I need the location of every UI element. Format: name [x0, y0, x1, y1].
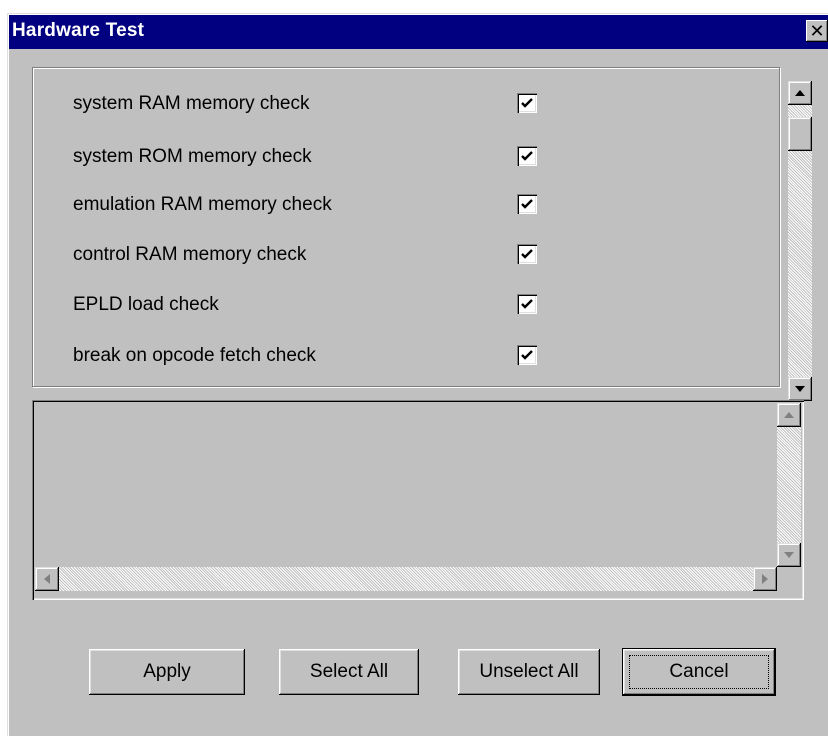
- test-list-scrollbar[interactable]: [788, 81, 812, 401]
- scrollbar-corner: [777, 567, 801, 591]
- unselect-all-button[interactable]: Unselect All: [458, 649, 600, 695]
- test-label: system ROM memory check: [73, 146, 312, 167]
- arrow-right-icon: [762, 574, 768, 584]
- epld-load-checkbox[interactable]: [517, 294, 537, 314]
- select-all-button-label: Select All: [309, 661, 389, 682]
- arrow-down-icon: [784, 552, 794, 558]
- control-ram-checkbox[interactable]: [517, 244, 537, 264]
- test-row-control-ram: control RAM memory check: [33, 239, 593, 273]
- close-button[interactable]: ✕: [806, 20, 828, 42]
- output-panel[interactable]: [32, 400, 804, 600]
- test-label: emulation RAM memory check: [73, 194, 332, 215]
- cancel-button[interactable]: Cancel: [623, 649, 775, 695]
- checkmark-icon: [521, 299, 533, 309]
- arrow-up-icon: [795, 90, 805, 96]
- arrow-left-icon: [44, 574, 50, 584]
- arrow-down-icon: [795, 386, 805, 392]
- test-label: system RAM memory check: [73, 93, 310, 114]
- apply-button[interactable]: Apply: [89, 649, 245, 695]
- test-label: break on opcode fetch check: [73, 345, 316, 366]
- output-scroll-up-button[interactable]: [777, 403, 801, 427]
- system-rom-checkbox[interactable]: [517, 146, 537, 166]
- scroll-down-button[interactable]: [788, 377, 812, 401]
- scrollbar-thumb[interactable]: [788, 117, 812, 151]
- test-row-break-opcode: break on opcode fetch check: [33, 340, 593, 374]
- close-icon: ✕: [809, 21, 825, 41]
- system-ram-checkbox[interactable]: [517, 93, 537, 113]
- output-scroll-down-button[interactable]: [777, 543, 801, 567]
- output-vertical-scrollbar[interactable]: [777, 403, 801, 567]
- hardware-test-dialog: Hardware Test ✕ system RAM memory check …: [7, 13, 828, 736]
- title-bar[interactable]: Hardware Test ✕: [9, 15, 828, 49]
- focus-rectangle: [629, 655, 769, 689]
- arrow-up-icon: [784, 412, 794, 418]
- checkmark-icon: [521, 151, 533, 161]
- test-row-system-rom: system ROM memory check: [33, 141, 593, 175]
- checkmark-icon: [521, 199, 533, 209]
- apply-button-label: Apply: [143, 661, 191, 682]
- scroll-left-button[interactable]: [35, 567, 59, 591]
- test-row-system-ram: system RAM memory check: [33, 88, 593, 122]
- test-row-emulation-ram: emulation RAM memory check: [33, 189, 593, 223]
- scroll-up-button[interactable]: [788, 81, 812, 105]
- test-row-epld-load: EPLD load check: [33, 289, 593, 323]
- output-horizontal-scrollbar[interactable]: [35, 567, 777, 591]
- test-label: control RAM memory check: [73, 244, 307, 265]
- test-list-group: system RAM memory check system ROM memor…: [32, 67, 780, 387]
- break-opcode-checkbox[interactable]: [517, 345, 537, 365]
- checkmark-icon: [521, 249, 533, 259]
- select-all-button[interactable]: Select All: [279, 649, 419, 695]
- unselect-all-button-label: Unselect All: [479, 661, 579, 682]
- checkmark-icon: [521, 98, 533, 108]
- checkmark-icon: [521, 350, 533, 360]
- window-title: Hardware Test: [12, 20, 145, 41]
- test-label: EPLD load check: [73, 294, 219, 315]
- scroll-right-button[interactable]: [753, 567, 777, 591]
- emulation-ram-checkbox[interactable]: [517, 194, 537, 214]
